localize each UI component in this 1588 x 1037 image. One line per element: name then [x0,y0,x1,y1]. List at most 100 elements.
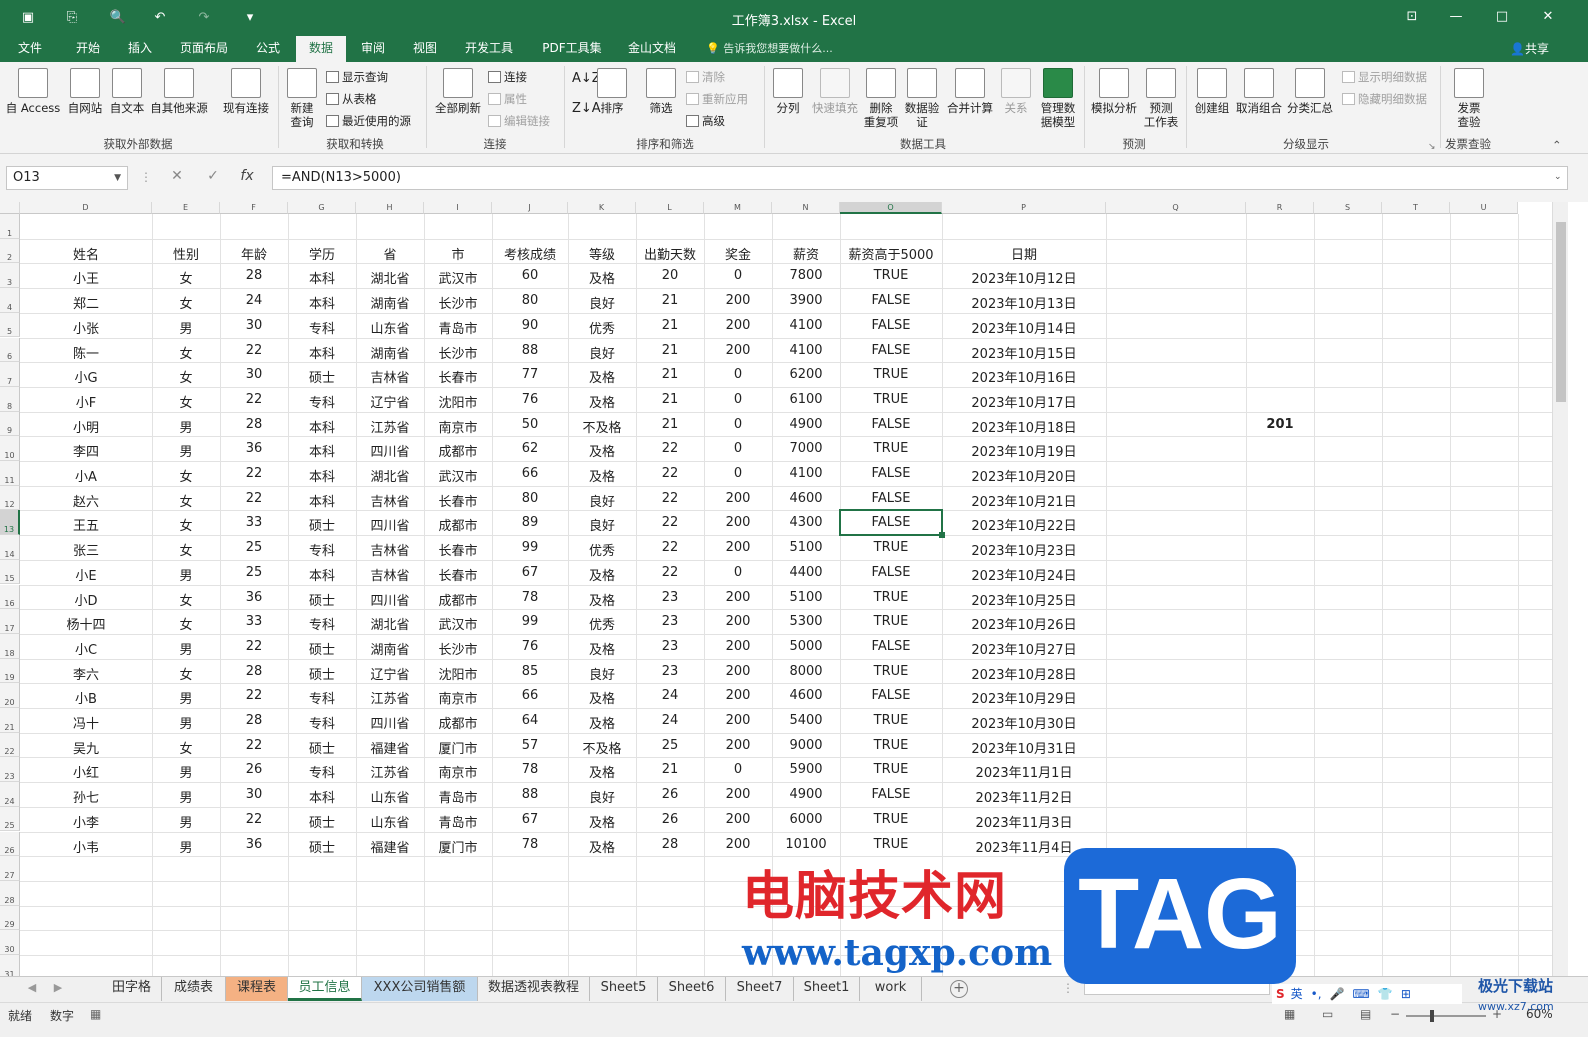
column-header[interactable]: G [288,202,356,214]
data-cell[interactable]: 南京市 [424,688,492,709]
column-header[interactable]: H [356,202,424,214]
manage-data-model-button[interactable]: 管理数 据模型 [1036,68,1080,129]
data-cell[interactable]: 21 [636,417,704,438]
insert-function-icon[interactable]: fx [236,168,258,184]
prev-sheet-icon[interactable]: ◀ [24,981,40,994]
data-cell[interactable]: 女 [152,343,220,364]
data-cell[interactable]: 男 [152,787,220,808]
data-cell[interactable]: 女 [152,515,220,536]
data-cell[interactable]: 小G [20,367,152,388]
data-cell[interactable]: 郑二 [20,293,152,314]
data-cell[interactable]: 长沙市 [424,639,492,660]
maximize-button[interactable]: □ [1488,6,1516,28]
data-cell[interactable]: 6100 [772,392,840,413]
sheet-tab[interactable]: work [860,977,922,1001]
data-cell[interactable]: 5000 [772,639,840,660]
column-header[interactable]: T [1382,202,1450,214]
row-header[interactable]: 11 [0,461,20,486]
data-cell[interactable]: 22 [220,738,288,759]
data-cell[interactable]: 2023年10月13日 [942,293,1106,314]
data-cell[interactable]: 湖南省 [356,293,424,314]
data-cell[interactable]: 硕士 [288,837,356,858]
data-cell[interactable]: 专科 [288,762,356,783]
data-cell[interactable]: 200 [704,614,772,635]
data-cell[interactable]: 28 [220,713,288,734]
data-cell[interactable]: 0 [704,392,772,413]
data-cell[interactable]: 5400 [772,713,840,734]
data-cell[interactable]: 4300 [772,515,840,536]
from-web-button[interactable]: 自网站 [62,68,108,115]
data-cell[interactable]: 7000 [772,441,840,462]
data-cell[interactable]: 30 [220,318,288,339]
data-cell[interactable]: 200 [704,738,772,759]
data-cell[interactable]: 吉林省 [356,565,424,586]
data-cell[interactable]: 不及格 [568,417,636,438]
data-cell[interactable]: 67 [492,812,568,833]
data-cell[interactable]: 85 [492,664,568,685]
data-cell[interactable]: TRUE [840,614,942,635]
data-cell[interactable]: 21 [636,318,704,339]
data-cell[interactable]: 50 [492,417,568,438]
value-cell[interactable]: 201 [1246,417,1314,438]
subtotal-button[interactable]: 分类汇总 [1284,68,1336,115]
data-cell[interactable]: 及格 [568,441,636,462]
data-cell[interactable]: 良好 [568,293,636,314]
data-cell[interactable]: 4400 [772,565,840,586]
row-header[interactable]: 28 [0,880,20,906]
data-cell[interactable]: 2023年10月21日 [942,491,1106,512]
data-cell[interactable]: 长沙市 [424,343,492,364]
data-cell[interactable]: 湖南省 [356,343,424,364]
data-cell[interactable]: 25 [220,540,288,561]
data-cell[interactable]: 江苏省 [356,688,424,709]
data-cell[interactable]: 良好 [568,343,636,364]
data-cell[interactable]: 2023年10月18日 [942,417,1106,438]
data-cell[interactable]: 厦门市 [424,837,492,858]
data-cell[interactable]: 江苏省 [356,762,424,783]
data-cell[interactable]: 长春市 [424,367,492,388]
data-cell[interactable]: 硕士 [288,515,356,536]
chevron-down-icon[interactable]: ▼ [114,167,121,189]
data-cell[interactable]: 本科 [288,441,356,462]
scroll-thumb[interactable] [1556,222,1566,402]
data-cell[interactable]: 33 [220,614,288,635]
data-cell[interactable]: 2023年10月23日 [942,540,1106,561]
data-cell[interactable]: 62 [492,441,568,462]
data-cell[interactable]: FALSE [840,491,942,512]
row-header[interactable]: 15 [0,559,20,585]
data-cell[interactable]: 女 [152,466,220,487]
data-cell[interactable]: 89 [492,515,568,536]
data-cell[interactable]: TRUE [840,738,942,759]
data-cell[interactable]: 女 [152,614,220,635]
data-cell[interactable]: 22 [220,639,288,660]
data-cell[interactable]: 2023年10月14日 [942,318,1106,339]
data-cell[interactable]: 22 [636,491,704,512]
save-icon[interactable]: ▣ [18,8,38,28]
data-cell[interactable]: 四川省 [356,515,424,536]
data-cell[interactable]: 本科 [288,268,356,289]
data-cell[interactable]: 小C [20,639,152,660]
row-header[interactable]: 9 [0,411,20,437]
data-cell[interactable]: 及格 [568,565,636,586]
data-cell[interactable]: 22 [220,466,288,487]
share-button[interactable]: 👤共享 [1510,40,1549,57]
data-cell[interactable]: 2023年10月20日 [942,466,1106,487]
data-cell[interactable]: 辽宁省 [356,392,424,413]
data-cell[interactable]: 长春市 [424,565,492,586]
data-cell[interactable]: 66 [492,688,568,709]
data-cell[interactable]: 22 [220,343,288,364]
data-cell[interactable]: 28 [220,664,288,685]
header-cell[interactable]: 奖金 [704,244,772,265]
connections-button[interactable]: 连接 [488,70,527,84]
data-cell[interactable]: 及格 [568,268,636,289]
header-cell[interactable]: 性别 [152,244,220,265]
sheet-tab[interactable]: 员工信息 [288,977,362,1001]
data-cell[interactable]: 60 [492,268,568,289]
vertical-scrollbar[interactable] [1552,202,1568,976]
data-cell[interactable]: 湖北省 [356,268,424,289]
data-cell[interactable]: 女 [152,268,220,289]
data-cell[interactable]: TRUE [840,812,942,833]
data-cell[interactable]: 200 [704,540,772,561]
data-cell[interactable]: 男 [152,639,220,660]
row-header[interactable]: 3 [0,263,20,289]
data-cell[interactable]: 良好 [568,491,636,512]
